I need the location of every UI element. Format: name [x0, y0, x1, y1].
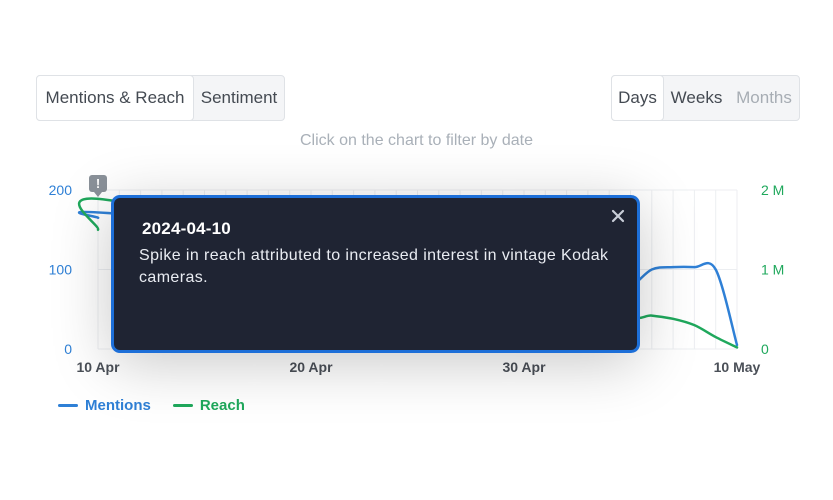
legend-label-mentions: Mentions — [85, 397, 151, 414]
annotation-marker-glyph: ! — [96, 176, 100, 191]
left-axis-tick-label: 100 — [49, 262, 73, 278]
x-axis-tick-label: 20 Apr — [289, 359, 333, 375]
legend-item-reach[interactable]: Reach — [172, 397, 245, 414]
close-icon[interactable] — [610, 208, 626, 224]
x-axis-tick-label: 10 Apr — [76, 359, 120, 375]
chart-panel: Mentions & Reach Sentiment Days Weeks Mo… — [0, 0, 833, 500]
legend-label-reach: Reach — [199, 397, 245, 414]
annotation-tooltip: 2024-04-10 Spike in reach attributed to … — [111, 195, 640, 353]
x-axis-tick-label: 30 Apr — [502, 359, 546, 375]
exclamation-icon[interactable]: ! — [89, 175, 107, 197]
right-axis-tick-label: 1 M — [761, 262, 784, 278]
legend-swatch-mentions — [58, 404, 78, 407]
legend-item-mentions[interactable]: Mentions — [58, 397, 151, 414]
annotation-marker-pointer — [94, 192, 102, 197]
legend-swatch-reach — [172, 404, 193, 407]
tooltip-date: 2024-04-10 — [142, 219, 231, 238]
right-axis-tick-label: 0 — [761, 341, 769, 357]
x-axis-tick-label: 10 May — [714, 359, 761, 375]
right-axis-tick-label: 2 M — [761, 182, 784, 198]
tooltip-text: Spike in reach attributed to increased i… — [139, 247, 609, 286]
left-axis-tick-label: 200 — [49, 182, 73, 198]
left-axis-tick-label: 0 — [64, 341, 72, 357]
chart-legend: Mentions Reach — [58, 397, 245, 414]
chart-markers[interactable]: ! — [89, 175, 107, 197]
